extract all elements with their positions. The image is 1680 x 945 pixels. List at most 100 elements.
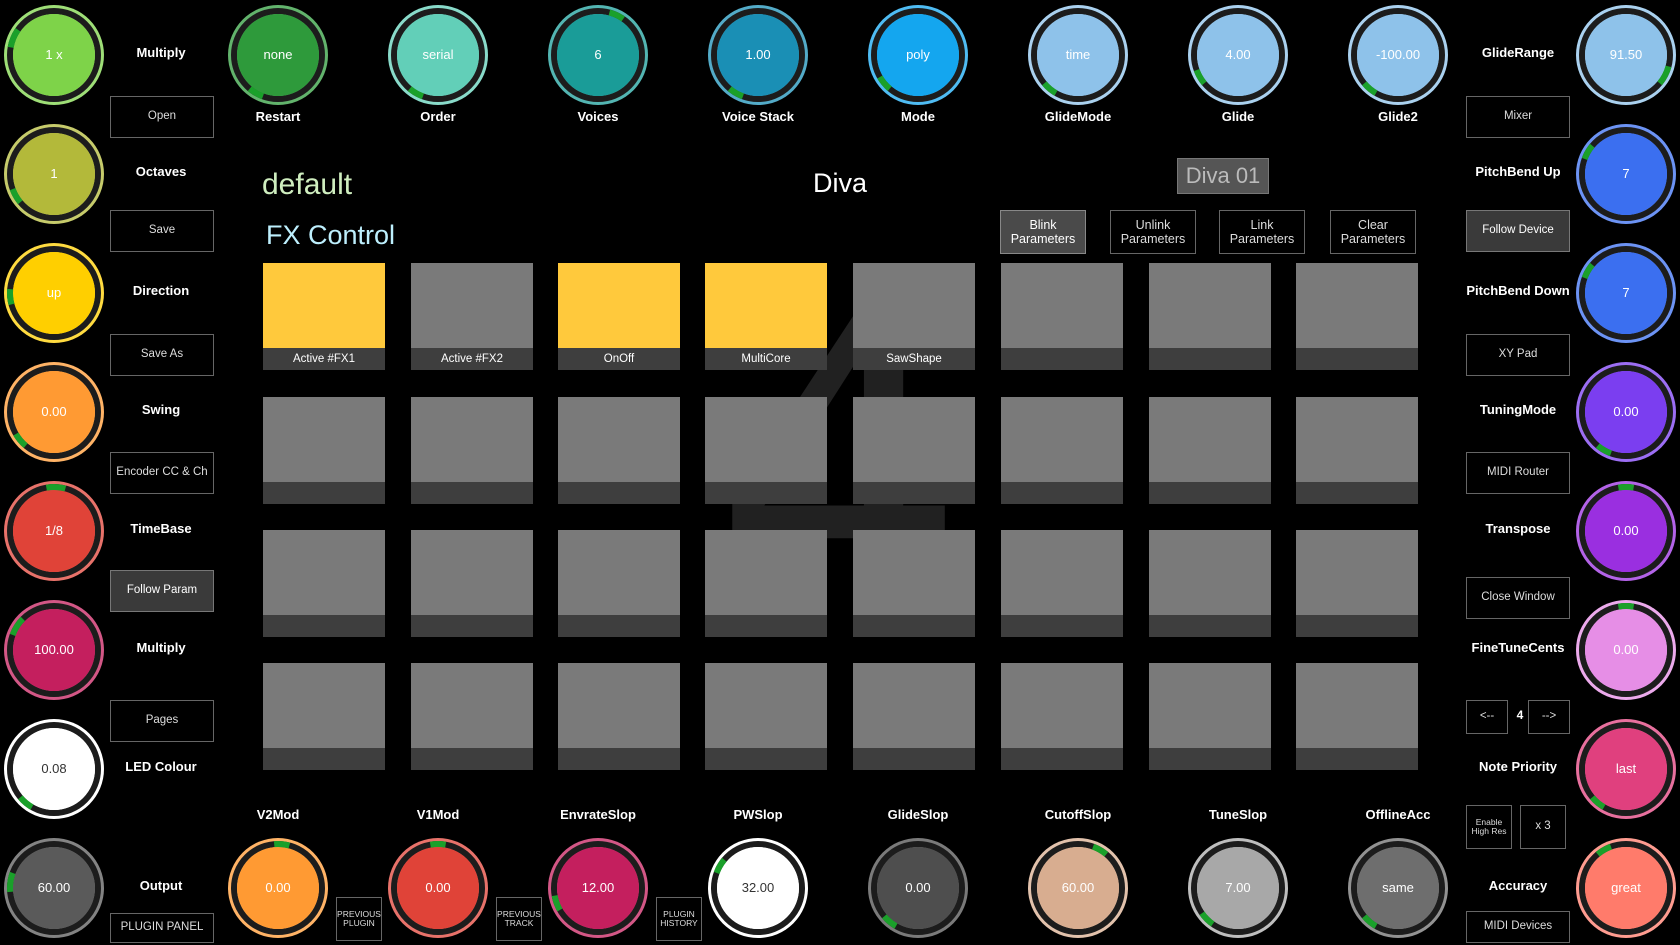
right-pitchbend-up-knob[interactable]: 7 xyxy=(1574,122,1678,226)
bottom-offlineacc-knob[interactable]: same xyxy=(1346,836,1450,940)
previous-track-button[interactable]: PREVIOUS TRACK xyxy=(496,897,542,941)
left-led-colour-6-knob[interactable]: 0.08 xyxy=(2,717,106,821)
follow-device-button[interactable]: Follow Device xyxy=(1466,210,1570,252)
follow-param-button[interactable]: Follow Param xyxy=(110,570,214,612)
pad-r1-c5[interactable]: SawShape xyxy=(853,263,975,370)
bottom-v2mod-knob[interactable]: 0.00 xyxy=(226,836,330,940)
midi-router-button[interactable]: MIDI Router xyxy=(1466,452,1570,494)
pad-r3-c2[interactable] xyxy=(411,530,533,637)
top-glidemode-knob[interactable]: time xyxy=(1026,3,1130,107)
right-transpose-knob[interactable]: 0.00 xyxy=(1574,479,1678,583)
right-gliderange-knob-value: 91.50 xyxy=(1609,47,1643,62)
pad-label xyxy=(1296,748,1418,770)
right-accuracy-knob[interactable]: great xyxy=(1574,836,1678,940)
top-voice-stack-knob-value: 1.00 xyxy=(745,47,771,62)
clear-parameters-button[interactable]: Clear Parameters xyxy=(1330,210,1416,254)
pad-r4-c4[interactable] xyxy=(705,663,827,770)
open-button[interactable]: Open xyxy=(110,96,214,138)
plugin-instance-badge[interactable]: Diva 01 xyxy=(1177,158,1269,194)
pad-r1-c6[interactable] xyxy=(1001,263,1123,370)
high-res-multiplier-button[interactable]: x 3 xyxy=(1520,805,1566,849)
save-button[interactable]: Save xyxy=(110,210,214,252)
pages-button[interactable]: Pages xyxy=(110,700,214,742)
bottom-cutoffslop-knob[interactable]: 60.00 xyxy=(1026,836,1130,940)
pad-r4-c7[interactable] xyxy=(1149,663,1271,770)
encoder-cc-ch-button[interactable]: Encoder CC & Ch xyxy=(110,452,214,494)
pad-r3-c4[interactable] xyxy=(705,530,827,637)
pad-r1-c3[interactable]: OnOff xyxy=(558,263,680,370)
pad-r3-c1[interactable] xyxy=(263,530,385,637)
pad-r2-c5[interactable] xyxy=(853,397,975,504)
unlink-parameters-button[interactable]: Unlink Parameters xyxy=(1110,210,1196,254)
next-page-button[interactable]: --> xyxy=(1528,700,1570,734)
link-parameters-button[interactable]: Link Parameters xyxy=(1219,210,1305,254)
pad-r4-c8[interactable] xyxy=(1296,663,1418,770)
top-mode-label: Mode xyxy=(901,109,935,124)
right-pitchbend-down-knob[interactable]: 7 xyxy=(1574,241,1678,345)
pad-r2-c3[interactable] xyxy=(558,397,680,504)
save-as-button[interactable]: Save As xyxy=(110,334,214,376)
left-timebase-4-knob-value: 1/8 xyxy=(44,523,64,538)
pad-r2-c6[interactable] xyxy=(1001,397,1123,504)
top-restart-knob[interactable]: none xyxy=(226,3,330,107)
top-mode-knob[interactable]: poly xyxy=(866,3,970,107)
top-order-knob[interactable]: serial xyxy=(386,3,490,107)
pad-r1-c1[interactable]: Active #FX1 xyxy=(263,263,385,370)
top-glide-knob[interactable]: 4.00 xyxy=(1186,3,1290,107)
top-voice-stack-knob[interactable]: 1.00 xyxy=(706,3,810,107)
pad-r1-c4[interactable]: MultiCore xyxy=(705,263,827,370)
left-octaves-1-knob[interactable]: 1 xyxy=(2,122,106,226)
pad-r4-c6[interactable] xyxy=(1001,663,1123,770)
previous-plugin-button[interactable]: PREVIOUS PLUGIN xyxy=(336,897,382,941)
right-note-priority-knob[interactable]: last xyxy=(1574,717,1678,821)
pad-r4-c1[interactable] xyxy=(263,663,385,770)
bottom-glideslop-knob[interactable]: 0.00 xyxy=(866,836,970,940)
pad-r4-c2[interactable] xyxy=(411,663,533,770)
pad-r2-c8[interactable] xyxy=(1296,397,1418,504)
pad-r2-c4[interactable] xyxy=(705,397,827,504)
enable-high-res-button[interactable]: Enable High Res xyxy=(1466,805,1512,849)
bottom-pwslop-knob[interactable]: 32.00 xyxy=(706,836,810,940)
pad-r2-c7[interactable] xyxy=(1149,397,1271,504)
close-window-button[interactable]: Close Window xyxy=(1466,577,1570,619)
xy-pad-button[interactable]: XY Pad xyxy=(1466,334,1570,376)
pad-label: Active #FX1 xyxy=(263,348,385,370)
pad-r3-c5[interactable] xyxy=(853,530,975,637)
bottom-v1mod-knob[interactable]: 0.00 xyxy=(386,836,490,940)
left-led-colour-6-knob-value: 0.08 xyxy=(41,761,67,776)
plugin-panel-button[interactable]: PLUGIN PANEL xyxy=(110,913,214,943)
left-swing-3-knob[interactable]: 0.00 xyxy=(2,360,106,464)
left-multiply-5-knob[interactable]: 100.00 xyxy=(2,598,106,702)
pad-r3-c7[interactable] xyxy=(1149,530,1271,637)
pad-r2-c2[interactable] xyxy=(411,397,533,504)
right-finetunecents-label: FineTuneCents xyxy=(1471,640,1565,655)
pad-r2-c1[interactable] xyxy=(263,397,385,504)
left-direction-2-knob[interactable]: up xyxy=(2,241,106,345)
bottom-envrateslop-knob[interactable]: 12.00 xyxy=(546,836,650,940)
plugin-history-button[interactable]: PLUGIN HISTORY xyxy=(656,897,702,941)
pad-label xyxy=(1149,482,1271,504)
pad-r3-c3[interactable] xyxy=(558,530,680,637)
right-gliderange-knob[interactable]: 91.50 xyxy=(1574,3,1678,107)
pad-r3-c8[interactable] xyxy=(1296,530,1418,637)
previous-page-button[interactable]: <-- xyxy=(1466,700,1508,734)
pad-r3-c6[interactable] xyxy=(1001,530,1123,637)
pad-r4-c5[interactable] xyxy=(853,663,975,770)
left-multiply-0-knob[interactable]: 1 x xyxy=(2,3,106,107)
pad-r1-c7[interactable] xyxy=(1149,263,1271,370)
midi-devices-button[interactable]: MIDI Devices xyxy=(1466,911,1570,943)
pad-r1-c2[interactable]: Active #FX2 xyxy=(411,263,533,370)
right-finetunecents-knob[interactable]: 0.00 xyxy=(1574,598,1678,702)
pad-r1-c8[interactable] xyxy=(1296,263,1418,370)
blink-parameters-button[interactable]: Blink Parameters xyxy=(1000,210,1086,254)
top-voices-knob[interactable]: 6 xyxy=(546,3,650,107)
plugin-name: Diva xyxy=(812,168,867,198)
pad-r4-c3[interactable] xyxy=(558,663,680,770)
bottom-tuneslop-knob[interactable]: 7.00 xyxy=(1186,836,1290,940)
left-output-7-knob[interactable]: 60.00 xyxy=(2,836,106,940)
right-tuningmode-knob[interactable]: 0.00 xyxy=(1574,360,1678,464)
top-glide2-knob[interactable]: -100.00 xyxy=(1346,3,1450,107)
left-timebase-4-knob[interactable]: 1/8 xyxy=(2,479,106,583)
left-multiply-0-knob-value: 1 x xyxy=(45,47,63,62)
mixer-button[interactable]: Mixer xyxy=(1466,96,1570,138)
